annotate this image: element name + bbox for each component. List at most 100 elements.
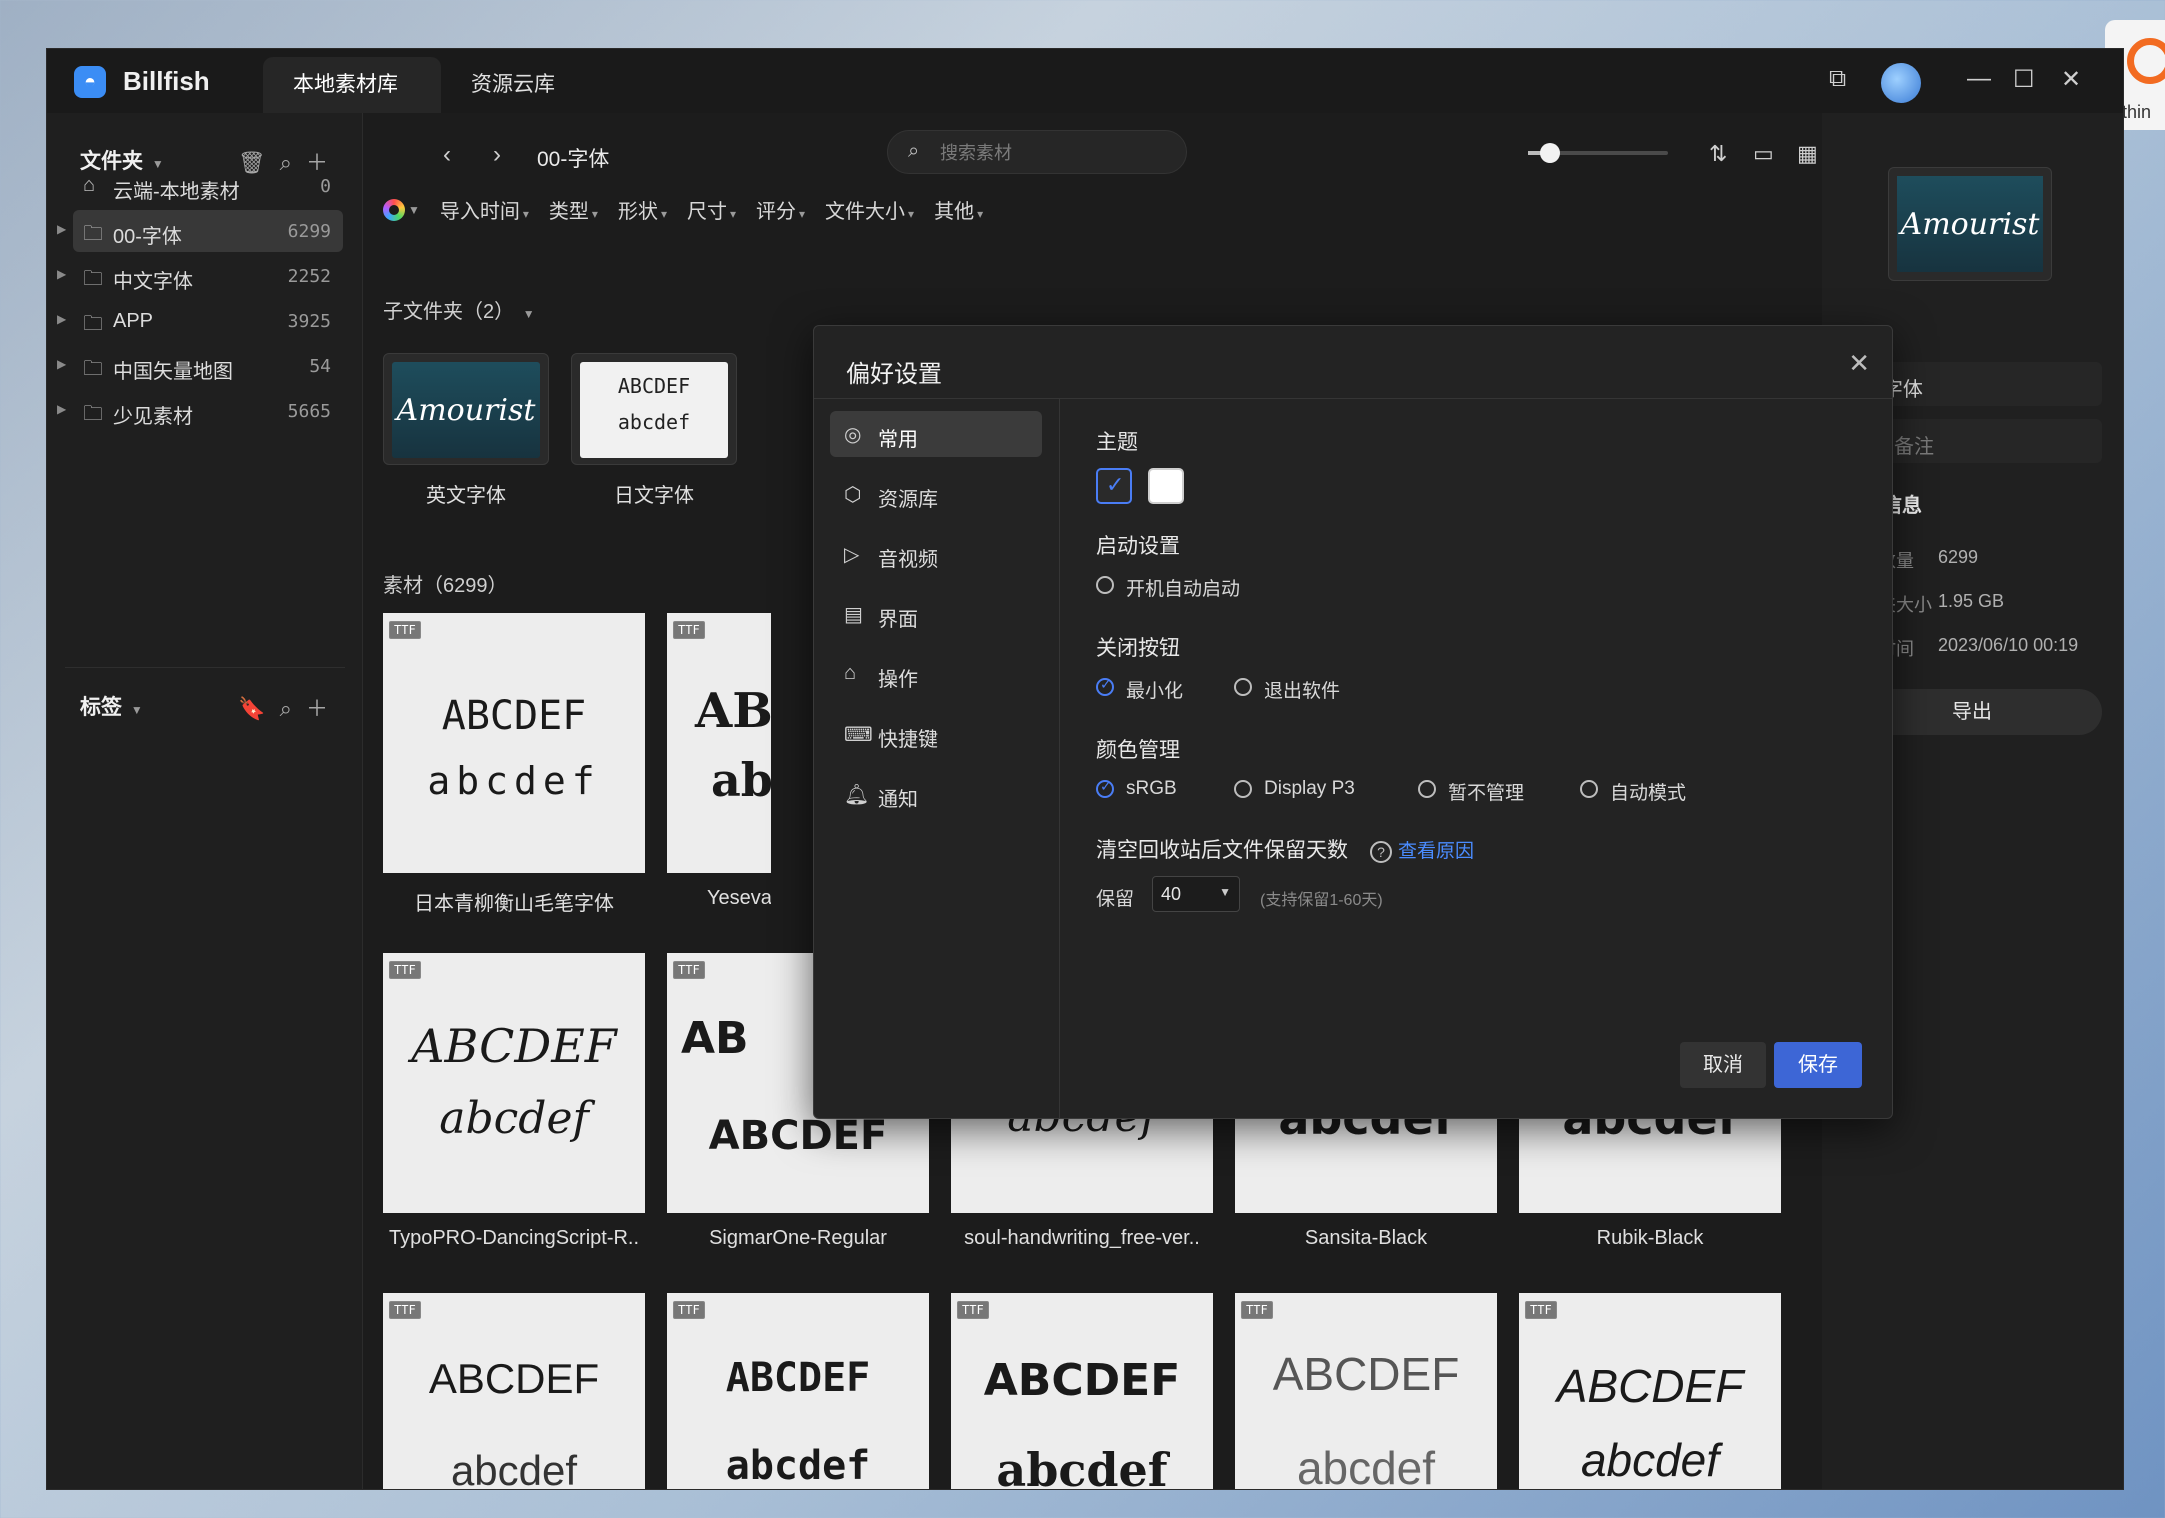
theme-dark-option[interactable] <box>1096 468 1132 504</box>
display-p3-radio[interactable]: Display P3 <box>1234 778 1355 800</box>
quit-radio[interactable]: 退出软件 <box>1234 676 1340 703</box>
asset-card[interactable]: TTF ABCDEF abcdef <box>1519 1293 1781 1489</box>
sidebar-item-chinese-font[interactable]: ▶ 🗀 中文字体 2252 <box>57 255 343 297</box>
subfolders-label[interactable]: 子文件夹（2） ▼ <box>383 295 535 324</box>
filter-bar: ▼ 导入时间 ▾ 类型 ▾ 形状 ▾ 尺寸 ▾ 评分 ▾ 文件大小 ▾ 其他 ▾ <box>383 195 983 224</box>
glyph-upper: ABCDEF <box>411 1019 617 1073</box>
close-icon[interactable]: ✕ <box>1848 348 1870 379</box>
sidebar-item-china-map[interactable]: ▶ 🗀 中国矢量地图 54 <box>57 345 343 387</box>
no-management-radio[interactable]: 暂不管理 <box>1418 778 1524 805</box>
folder-preview: Amourist <box>1888 167 2052 281</box>
expand-arrow-icon[interactable]: ▶ <box>57 357 66 371</box>
question-icon: ? <box>1370 841 1392 863</box>
glyph-lower: abcdef <box>725 1443 871 1489</box>
close-window-icon[interactable]: ✕ <box>2061 65 2081 94</box>
expand-arrow-icon[interactable]: ▶ <box>57 222 66 236</box>
filter-type[interactable]: 类型 ▾ <box>549 195 598 224</box>
nav-shortcuts[interactable]: ⌨ 快捷键 <box>830 711 1042 757</box>
asset-card[interactable]: TTF ABCDEF abcdef TypoPRO-DancingScript-… <box>383 953 645 1250</box>
layout-icon[interactable]: ▦ <box>1797 141 1818 167</box>
add-icon[interactable]: ＋ <box>306 696 342 721</box>
filter-rating[interactable]: 评分 ▾ <box>756 195 805 224</box>
glyph-upper: ABCDEF <box>441 693 587 739</box>
nav-general[interactable]: ◎ 常用 <box>830 411 1042 457</box>
display-icon[interactable]: ▭ <box>1753 141 1774 167</box>
slider-knob[interactable] <box>1540 143 1560 163</box>
save-button[interactable]: 保存 <box>1774 1042 1862 1088</box>
asset-thumbnail: TTF ABCDEF abcdef <box>383 953 645 1213</box>
search-icon[interactable]: ⌕ <box>280 696 306 721</box>
asset-name: Yeseva <box>707 887 771 909</box>
sidebar-item-00-font[interactable]: ▶ 🗀 00-字体 6299 <box>57 210 343 252</box>
cube-icon: ⬡ <box>844 484 862 506</box>
sidebar-item-app[interactable]: ▶ 🗀 APP 3925 <box>57 300 343 342</box>
sort-icon[interactable]: ⇅ <box>1709 141 1727 167</box>
search-box[interactable]: ⌕ <box>887 130 1187 174</box>
asset-card[interactable]: TTF ABCDEF abcdef 日本青柳衡山毛笔字体 <box>383 613 645 916</box>
expand-arrow-icon[interactable]: ▶ <box>57 267 66 281</box>
auto-mode-radio[interactable]: 自动模式 <box>1580 778 1686 805</box>
back-icon[interactable]: ‹ <box>443 141 451 169</box>
folder-label: 云端-本地素材 <box>113 181 240 203</box>
general-icon: ◎ <box>844 424 862 446</box>
tab-local-library[interactable]: 本地素材库 <box>263 57 441 113</box>
subfolder-card[interactable]: ABCDEF abcdef 日文字体 <box>571 353 737 508</box>
folder-label: 00-字体 <box>113 226 182 248</box>
asset-card[interactable]: TTF ABCDEF abcdef <box>1235 1293 1497 1489</box>
theme-light-option[interactable] <box>1148 468 1184 504</box>
avatar[interactable] <box>1881 63 1921 103</box>
filter-size[interactable]: 尺寸 ▾ <box>687 195 736 224</box>
subfolder-thumbnail: ABCDEF abcdef <box>571 353 737 465</box>
tags-header[interactable]: 标签 ▼ <box>80 691 143 721</box>
asset-card[interactable]: TTF AB ab Yeseva <box>667 613 771 910</box>
filter-shape[interactable]: 形状 ▾ <box>618 195 667 224</box>
autostart-radio[interactable]: 开机自动启动 <box>1096 574 1240 601</box>
nav-operation[interactable]: ⌂ 操作 <box>830 651 1042 697</box>
tags-header-label: 标签 <box>80 696 122 719</box>
folder-count: 3925 <box>287 311 331 332</box>
folder-icon: 🗀 <box>83 403 103 425</box>
keep-days-select[interactable]: 40 ▼ <box>1152 876 1240 912</box>
bookmark-icon[interactable]: 🔖 <box>238 696 279 721</box>
ttf-badge: TTF <box>673 961 705 979</box>
color-filter[interactable]: ▼ <box>383 198 420 221</box>
nav-library[interactable]: ⬡ 资源库 <box>830 471 1042 517</box>
asset-card[interactable]: TTF ABCDEF abcdef <box>667 1293 929 1489</box>
nav-interface[interactable]: ▤ 界面 <box>830 591 1042 637</box>
minimize-radio[interactable]: 最小化 <box>1096 676 1183 703</box>
glyph-upper: ABCDEF <box>428 1355 600 1402</box>
cancel-button[interactable]: 取消 <box>1680 1042 1766 1088</box>
search-input[interactable] <box>940 140 1170 166</box>
chevron-down-icon: ▾ <box>977 207 984 221</box>
help-link[interactable]: ? 查看原因 <box>1370 836 1474 863</box>
asset-card[interactable]: TTF ABCDEF abcdef <box>383 1293 645 1490</box>
filter-label: 类型 <box>548 201 589 223</box>
nav-media[interactable]: ▷ 音视频 <box>830 531 1042 577</box>
sidebar-item-cloud-local[interactable]: ⌂ 云端-本地素材 0 <box>73 165 343 207</box>
filter-import-time[interactable]: 导入时间 ▾ <box>440 195 529 224</box>
close-button-label: 关闭按钮 <box>1096 637 1180 660</box>
folder-preview-image: Amourist <box>1897 176 2043 272</box>
panel-toggle-icon[interactable]: ⧉ <box>1829 65 1846 93</box>
glyph-lower: abcdef <box>450 1447 578 1490</box>
asset-thumbnail: TTF ABCDEF abcdef <box>383 613 645 873</box>
title-bar: ◓ Billfish ☰ 本地素材库 资源云库 ⧉ — ☐ ✕ <box>47 49 2123 113</box>
sidebar-item-rare-assets[interactable]: ▶ 🗀 少见素材 5665 <box>57 390 343 432</box>
expand-arrow-icon[interactable]: ▶ <box>57 312 66 326</box>
forward-icon[interactable]: › <box>493 141 501 169</box>
bell-icon: 🔔︎ <box>844 784 870 806</box>
nav-notifications[interactable]: 🔔︎ 通知 <box>830 771 1042 817</box>
maximize-icon[interactable]: ☐ <box>2013 65 2035 94</box>
thumbnail-size-slider[interactable] <box>1528 143 1668 163</box>
tab-cloud-library[interactable]: 资源云库 <box>441 57 585 113</box>
filter-file-size[interactable]: 文件大小 ▾ <box>825 195 914 224</box>
expand-arrow-icon[interactable]: ▶ <box>57 402 66 416</box>
subfolder-preview: Amourist <box>392 362 540 458</box>
srgb-radio[interactable]: sRGB <box>1096 778 1177 800</box>
nav-label: 资源库 <box>878 489 938 511</box>
filter-other[interactable]: 其他 ▾ <box>934 195 983 224</box>
asset-card[interactable]: TTF ABCDEF abcdef <box>951 1293 1213 1489</box>
minimize-icon[interactable]: — <box>1967 65 1991 93</box>
subfolder-card[interactable]: Amourist 英文字体 <box>383 353 549 508</box>
glyph-lower: ab <box>711 753 771 807</box>
